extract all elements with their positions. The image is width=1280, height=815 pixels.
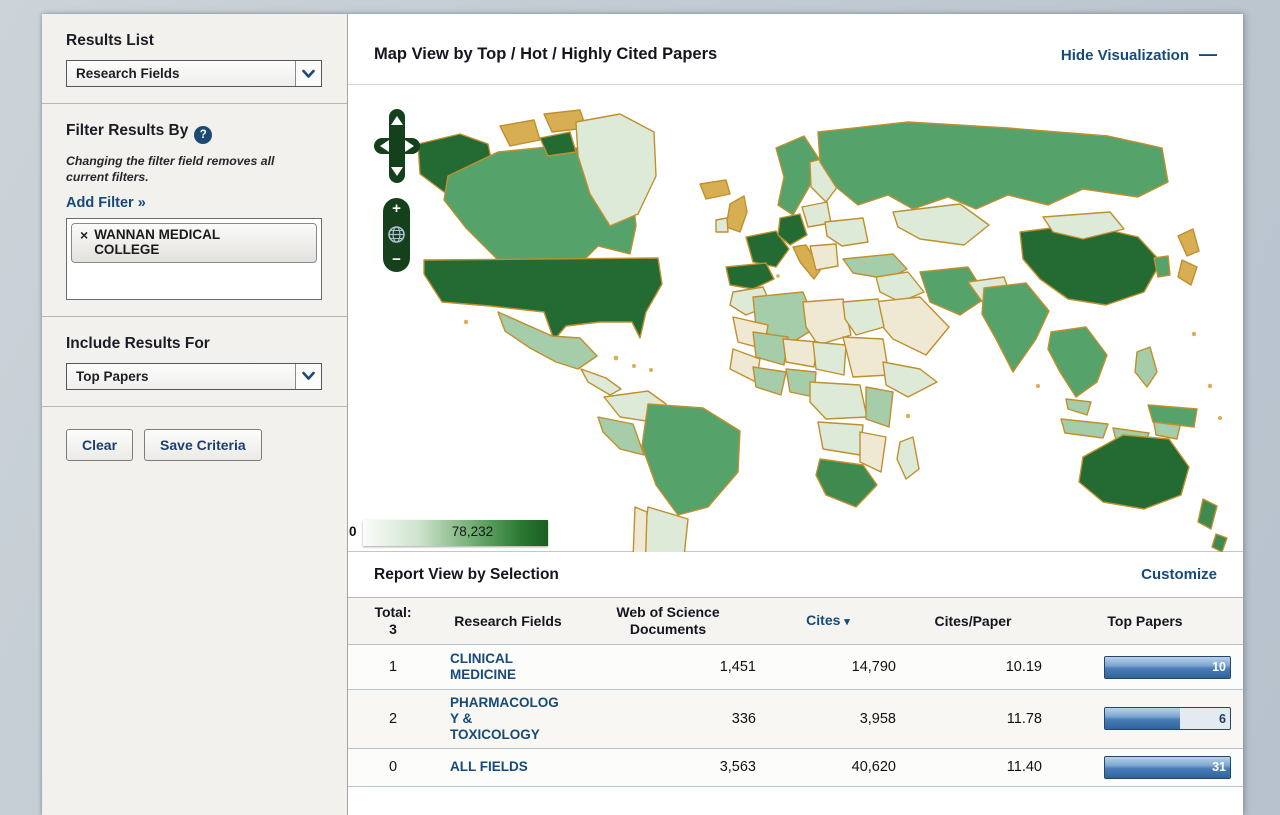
- clear-button[interactable]: Clear: [66, 429, 133, 461]
- table-header-row: Total: 3 Research Fields Web of Science …: [348, 598, 1243, 645]
- table-row: 1 CLINICAL MEDICINE 1,451 14,790 10.19 1…: [348, 645, 1243, 690]
- include-results-title: Include Results For: [66, 335, 323, 353]
- column-header-cites[interactable]: Cites ▾: [758, 612, 898, 629]
- chevron-down-icon: [295, 61, 321, 86]
- include-results-section: Include Results For Top Papers: [42, 317, 347, 407]
- sort-descending-icon: ▾: [844, 616, 850, 628]
- top-papers-cell: 31: [1048, 756, 1242, 779]
- cites-cell: 40,620: [758, 759, 898, 775]
- pan-control[interactable]: [374, 109, 420, 183]
- filter-note: Changing the filter field removes all cu…: [66, 154, 316, 186]
- map-color-legend: 0 78,232: [363, 520, 548, 546]
- column-header-wos-documents[interactable]: Web of Science Documents: [578, 604, 758, 638]
- cites-cell: 3,958: [758, 711, 898, 727]
- filter-title: Filter Results By?: [66, 122, 323, 144]
- column-header-cites-per-paper[interactable]: Cites/Paper: [898, 613, 1048, 630]
- top-papers-bar[interactable]: 6: [1104, 707, 1231, 730]
- choropleth-map: [348, 85, 1242, 552]
- content-panel: Results List Research Fields Filter Resu…: [42, 14, 1243, 815]
- results-list-title: Results List: [66, 32, 323, 50]
- save-criteria-button[interactable]: Save Criteria: [144, 429, 262, 461]
- cites-per-paper-cell: 10.19: [898, 659, 1048, 675]
- rank-cell: 2: [348, 711, 438, 727]
- cites-per-paper-cell: 11.78: [898, 711, 1048, 727]
- filter-section: Filter Results By? Changing the filter f…: [42, 104, 347, 317]
- docs-cell: 336: [578, 711, 758, 727]
- sidebar-buttons: Clear Save Criteria: [42, 407, 347, 483]
- legend-max-value: 78,232: [452, 524, 493, 539]
- report-view-title: Report View by Selection: [374, 566, 559, 584]
- zoom-out-icon[interactable]: −: [392, 252, 401, 267]
- zoom-in-icon[interactable]: +: [392, 201, 401, 216]
- top-papers-bar[interactable]: 31: [1104, 756, 1231, 779]
- sidebar: Results List Research Fields Filter Resu…: [42, 14, 348, 815]
- add-filter-link[interactable]: Add Filter »: [66, 195, 146, 211]
- filter-chip-label: WANNAN MEDICAL COLLEGE: [94, 227, 254, 258]
- include-results-dropdown-value: Top Papers: [67, 364, 295, 389]
- report-view-header: Report View by Selection Customize: [348, 552, 1243, 598]
- cites-per-paper-cell: 11.40: [898, 759, 1048, 775]
- docs-cell: 3,563: [578, 759, 758, 775]
- map-view-title: Map View by Top / Hot / Highly Cited Pap…: [374, 45, 717, 64]
- research-field-link[interactable]: CLINICAL MEDICINE: [450, 646, 562, 688]
- filter-list-box: × WANNAN MEDICAL COLLEGE: [66, 218, 322, 300]
- total-count: Total: 3: [348, 604, 438, 638]
- collapse-dash-icon: —: [1199, 44, 1217, 64]
- hide-visualization-link[interactable]: Hide Visualization—: [1061, 44, 1217, 65]
- include-results-dropdown[interactable]: Top Papers: [66, 363, 322, 390]
- research-field-link[interactable]: PHARMACOLOGY & TOXICOLOGY: [450, 690, 562, 748]
- remove-filter-icon[interactable]: ×: [80, 227, 88, 244]
- column-header-top-papers[interactable]: Top Papers: [1048, 613, 1242, 630]
- chevron-down-icon: [295, 364, 321, 389]
- rank-cell: 0: [348, 759, 438, 775]
- legend-min-value: 0: [349, 524, 357, 539]
- rank-cell: 1: [348, 659, 438, 675]
- cites-cell: 14,790: [758, 659, 898, 675]
- world-map[interactable]: + − 0 78,232: [348, 85, 1243, 552]
- top-papers-cell: 6: [1048, 707, 1242, 730]
- map-view-header: Map View by Top / Hot / Highly Cited Pap…: [348, 14, 1243, 85]
- globe-icon[interactable]: [387, 225, 406, 244]
- results-list-dropdown-value: Research Fields: [67, 61, 295, 86]
- filter-chip[interactable]: × WANNAN MEDICAL COLLEGE: [71, 223, 317, 263]
- customize-link[interactable]: Customize: [1141, 566, 1217, 583]
- column-header-research-fields[interactable]: Research Fields: [438, 613, 578, 630]
- report-table: Total: 3 Research Fields Web of Science …: [348, 598, 1243, 787]
- help-icon[interactable]: ?: [194, 126, 212, 144]
- docs-cell: 1,451: [578, 659, 758, 675]
- zoom-control[interactable]: + −: [383, 198, 410, 272]
- table-row: 0 ALL FIELDS 3,563 40,620 11.40 31: [348, 749, 1243, 787]
- main-area: Map View by Top / Hot / Highly Cited Pap…: [348, 14, 1243, 815]
- table-row: 2 PHARMACOLOGY & TOXICOLOGY 336 3,958 11…: [348, 690, 1243, 749]
- top-papers-cell: 10: [1048, 656, 1242, 679]
- top-papers-bar[interactable]: 10: [1104, 656, 1231, 679]
- map-navigation-controls: + −: [374, 109, 420, 272]
- results-list-dropdown[interactable]: Research Fields: [66, 60, 322, 87]
- results-list-section: Results List Research Fields: [42, 14, 347, 104]
- research-field-link[interactable]: ALL FIELDS: [450, 754, 562, 780]
